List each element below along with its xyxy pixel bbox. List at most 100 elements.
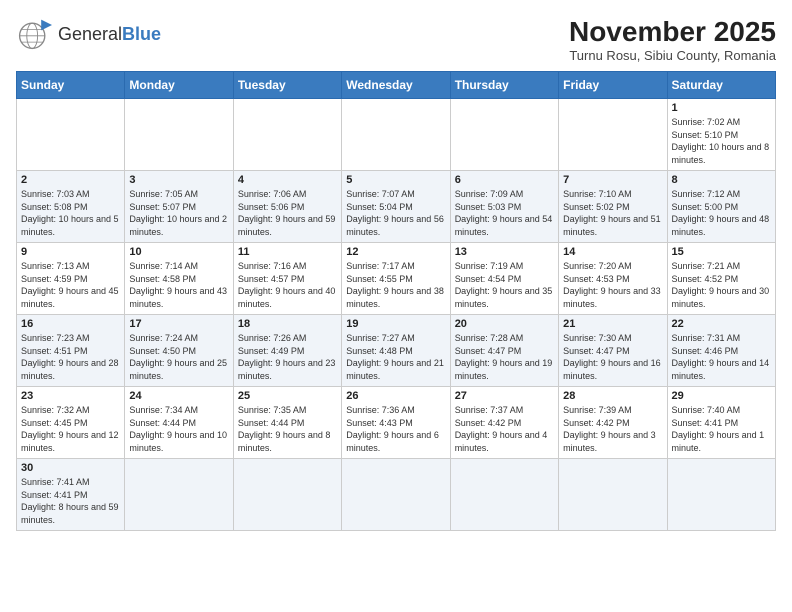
day-number: 16	[21, 318, 120, 330]
day-number: 20	[455, 318, 554, 330]
calendar-day	[342, 99, 450, 171]
generalblue-logo-icon	[16, 16, 52, 52]
day-info: Sunrise: 7:10 AM Sunset: 5:02 PM Dayligh…	[563, 188, 662, 238]
day-info: Sunrise: 7:32 AM Sunset: 4:45 PM Dayligh…	[21, 404, 120, 454]
calendar-day	[559, 99, 667, 171]
day-number: 27	[455, 390, 554, 402]
calendar-day: 7 Sunrise: 7:10 AM Sunset: 5:02 PM Daylig…	[559, 171, 667, 243]
calendar-day: 30Sunrise: 7:41 AM Sunset: 4:41 PM Dayli…	[17, 459, 125, 531]
title-block: November 2025 Turnu Rosu, Sibiu County, …	[569, 16, 776, 63]
calendar-day: 18Sunrise: 7:26 AM Sunset: 4:49 PM Dayli…	[233, 315, 341, 387]
calendar-day	[125, 459, 233, 531]
day-info: Sunrise: 7:12 AM Sunset: 5:00 PM Dayligh…	[672, 188, 771, 238]
day-number: 5	[346, 174, 445, 186]
day-info: Sunrise: 7:37 AM Sunset: 4:42 PM Dayligh…	[455, 404, 554, 454]
calendar-table: Sunday Monday Tuesday Wednesday Thursday…	[16, 71, 776, 531]
calendar-day: 11Sunrise: 7:16 AM Sunset: 4:57 PM Dayli…	[233, 243, 341, 315]
day-info: Sunrise: 7:03 AM Sunset: 5:08 PM Dayligh…	[21, 188, 120, 238]
day-number: 19	[346, 318, 445, 330]
calendar-week-row: 1 Sunrise: 7:02 AM Sunset: 5:10 PM Daylig…	[17, 99, 776, 171]
day-number: 15	[672, 246, 771, 258]
calendar-day: 16 Sunrise: 7:23 AM Sunset: 4:51 PM Dayli…	[17, 315, 125, 387]
day-info: Sunrise: 7:36 AM Sunset: 4:43 PM Dayligh…	[346, 404, 445, 454]
calendar-week-row: 30Sunrise: 7:41 AM Sunset: 4:41 PM Dayli…	[17, 459, 776, 531]
day-info: Sunrise: 7:06 AM Sunset: 5:06 PM Dayligh…	[238, 188, 337, 238]
day-number: 9	[21, 246, 120, 258]
logo-text: GeneralBlue	[58, 24, 161, 45]
day-info: Sunrise: 7:39 AM Sunset: 4:42 PM Dayligh…	[563, 404, 662, 454]
day-number: 22	[672, 318, 771, 330]
day-info: Sunrise: 7:23 AM Sunset: 4:51 PM Dayligh…	[21, 332, 120, 382]
calendar-day: 27 Sunrise: 7:37 AM Sunset: 4:42 PM Dayli…	[450, 387, 558, 459]
day-info: Sunrise: 7:20 AM Sunset: 4:53 PM Dayligh…	[563, 260, 662, 310]
calendar-day: 25Sunrise: 7:35 AM Sunset: 4:44 PM Dayli…	[233, 387, 341, 459]
day-number: 8	[672, 174, 771, 186]
day-number: 7	[563, 174, 662, 186]
day-info: Sunrise: 7:16 AM Sunset: 4:57 PM Dayligh…	[238, 260, 337, 310]
day-info: Sunrise: 7:31 AM Sunset: 4:46 PM Dayligh…	[672, 332, 771, 382]
day-number: 4	[238, 174, 337, 186]
calendar-day: 6 Sunrise: 7:09 AM Sunset: 5:03 PM Daylig…	[450, 171, 558, 243]
day-info: Sunrise: 7:34 AM Sunset: 4:44 PM Dayligh…	[129, 404, 228, 454]
calendar-day	[450, 459, 558, 531]
day-number: 23	[21, 390, 120, 402]
calendar-day: 14Sunrise: 7:20 AM Sunset: 4:53 PM Dayli…	[559, 243, 667, 315]
day-number: 10	[129, 246, 228, 258]
day-info: Sunrise: 7:27 AM Sunset: 4:48 PM Dayligh…	[346, 332, 445, 382]
col-saturday: Saturday	[667, 72, 775, 99]
calendar-day: 9 Sunrise: 7:13 AM Sunset: 4:59 PM Daylig…	[17, 243, 125, 315]
col-monday: Monday	[125, 72, 233, 99]
calendar-day: 15 Sunrise: 7:21 AM Sunset: 4:52 PM Dayli…	[667, 243, 775, 315]
month-title: November 2025	[569, 16, 776, 48]
col-wednesday: Wednesday	[342, 72, 450, 99]
day-number: 12	[346, 246, 445, 258]
calendar-day: 5 Sunrise: 7:07 AM Sunset: 5:04 PM Daylig…	[342, 171, 450, 243]
col-tuesday: Tuesday	[233, 72, 341, 99]
page-header: GeneralBlue November 2025 Turnu Rosu, Si…	[16, 16, 776, 63]
calendar-day: 3 Sunrise: 7:05 AM Sunset: 5:07 PM Daylig…	[125, 171, 233, 243]
day-info: Sunrise: 7:07 AM Sunset: 5:04 PM Dayligh…	[346, 188, 445, 238]
calendar-day: 12 Sunrise: 7:17 AM Sunset: 4:55 PM Dayli…	[342, 243, 450, 315]
col-friday: Friday	[559, 72, 667, 99]
calendar-header-row: Sunday Monday Tuesday Wednesday Thursday…	[17, 72, 776, 99]
calendar-day	[559, 459, 667, 531]
calendar-day: 20Sunrise: 7:28 AM Sunset: 4:47 PM Dayli…	[450, 315, 558, 387]
day-number: 6	[455, 174, 554, 186]
calendar-day: 23 Sunrise: 7:32 AM Sunset: 4:45 PM Dayli…	[17, 387, 125, 459]
day-number: 24	[129, 390, 228, 402]
day-info: Sunrise: 7:24 AM Sunset: 4:50 PM Dayligh…	[129, 332, 228, 382]
calendar-day: 10 Sunrise: 7:14 AM Sunset: 4:58 PM Dayli…	[125, 243, 233, 315]
calendar-day	[667, 459, 775, 531]
calendar-week-row: 9 Sunrise: 7:13 AM Sunset: 4:59 PM Daylig…	[17, 243, 776, 315]
day-info: Sunrise: 7:21 AM Sunset: 4:52 PM Dayligh…	[672, 260, 771, 310]
day-info: Sunrise: 7:14 AM Sunset: 4:58 PM Dayligh…	[129, 260, 228, 310]
day-info: Sunrise: 7:02 AM Sunset: 5:10 PM Dayligh…	[672, 116, 771, 166]
calendar-day	[342, 459, 450, 531]
calendar-day	[450, 99, 558, 171]
calendar-week-row: 16 Sunrise: 7:23 AM Sunset: 4:51 PM Dayli…	[17, 315, 776, 387]
calendar-day: 21Sunrise: 7:30 AM Sunset: 4:47 PM Dayli…	[559, 315, 667, 387]
day-number: 3	[129, 174, 228, 186]
day-number: 28	[563, 390, 662, 402]
day-info: Sunrise: 7:13 AM Sunset: 4:59 PM Dayligh…	[21, 260, 120, 310]
day-number: 25	[238, 390, 337, 402]
calendar-day	[233, 459, 341, 531]
calendar-day	[125, 99, 233, 171]
calendar-day: 13Sunrise: 7:19 AM Sunset: 4:54 PM Dayli…	[450, 243, 558, 315]
day-info: Sunrise: 7:05 AM Sunset: 5:07 PM Dayligh…	[129, 188, 228, 238]
calendar-day: 2 Sunrise: 7:03 AM Sunset: 5:08 PM Daylig…	[17, 171, 125, 243]
calendar-day: 1 Sunrise: 7:02 AM Sunset: 5:10 PM Daylig…	[667, 99, 775, 171]
day-number: 2	[21, 174, 120, 186]
calendar-day: 4 Sunrise: 7:06 AM Sunset: 5:06 PM Daylig…	[233, 171, 341, 243]
day-number: 1	[672, 102, 771, 114]
calendar-day	[17, 99, 125, 171]
day-info: Sunrise: 7:17 AM Sunset: 4:55 PM Dayligh…	[346, 260, 445, 310]
calendar-day: 22 Sunrise: 7:31 AM Sunset: 4:46 PM Dayli…	[667, 315, 775, 387]
logo: GeneralBlue	[16, 16, 161, 52]
day-number: 13	[455, 246, 554, 258]
day-info: Sunrise: 7:09 AM Sunset: 5:03 PM Dayligh…	[455, 188, 554, 238]
col-thursday: Thursday	[450, 72, 558, 99]
day-number: 21	[563, 318, 662, 330]
day-number: 29	[672, 390, 771, 402]
day-number: 26	[346, 390, 445, 402]
